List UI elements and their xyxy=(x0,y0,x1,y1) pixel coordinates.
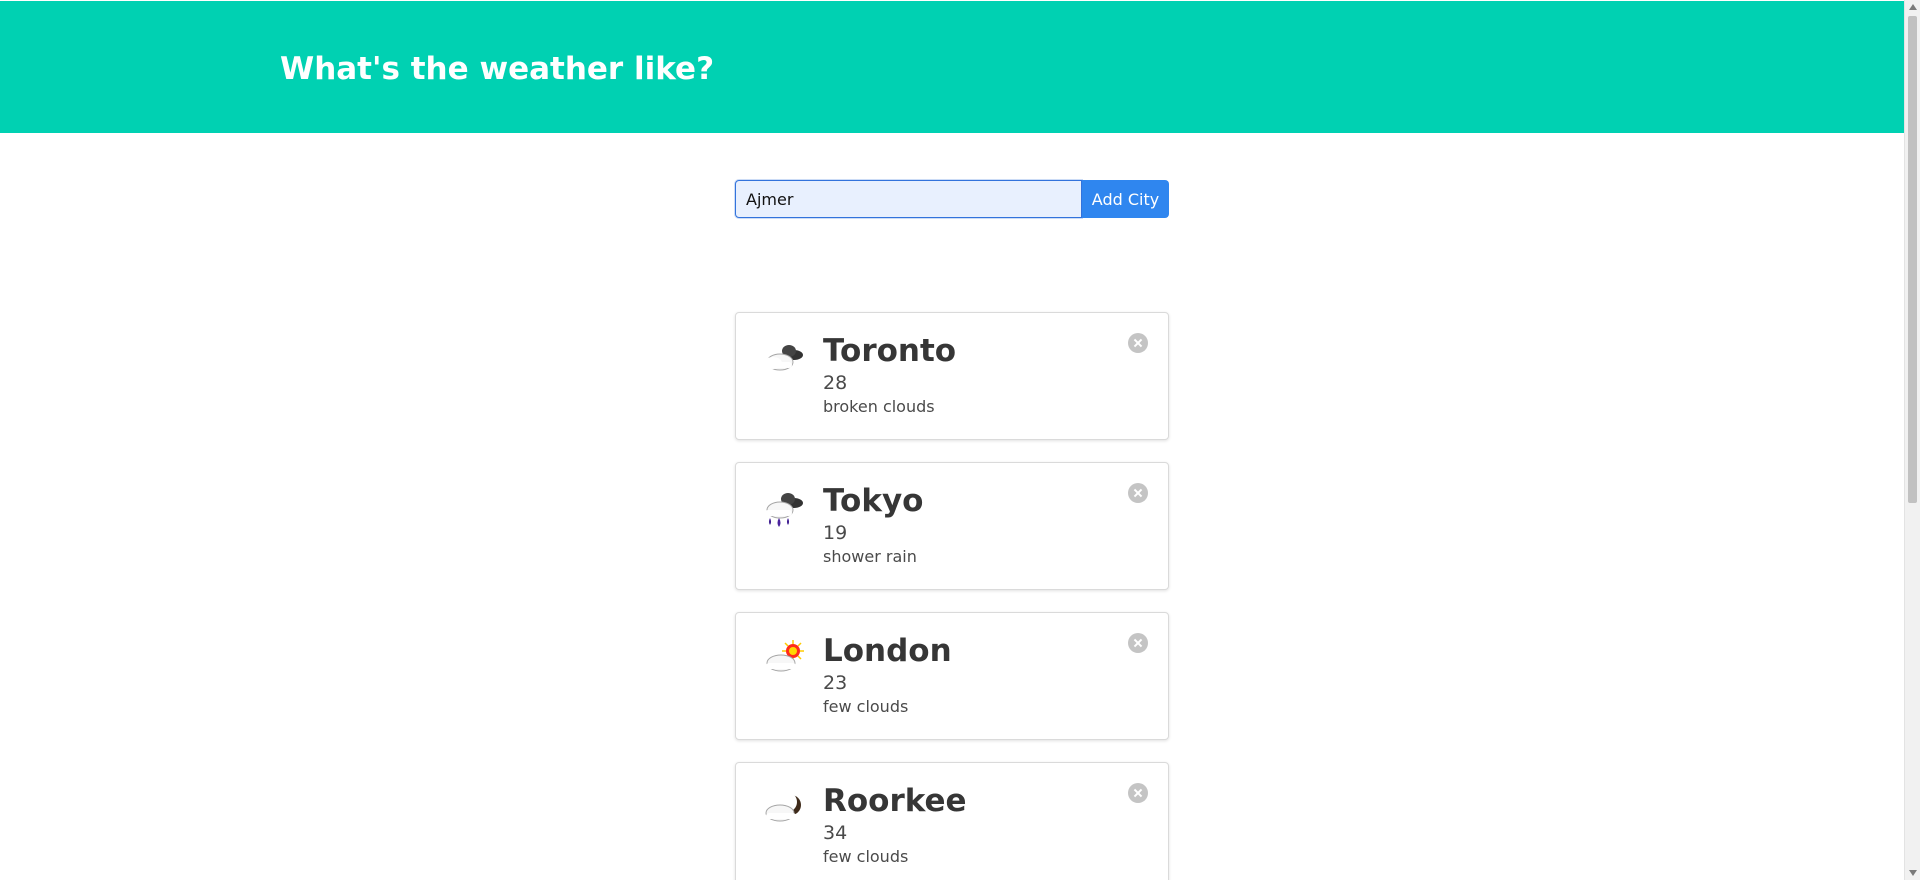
page-header: What's the weather like? xyxy=(0,1,1905,133)
city-input[interactable] xyxy=(735,180,1082,218)
weather-description: shower rain xyxy=(823,547,917,566)
city-weather-details: Toronto 28 broken clouds xyxy=(823,331,1123,417)
city-card: Roorkee 34 few clouds xyxy=(735,762,1169,880)
remove-city-button[interactable] xyxy=(1128,333,1148,353)
city-weather-details: Tokyo 19 shower rain xyxy=(823,481,1123,567)
city-name: Roorkee xyxy=(823,783,967,819)
temperature: 28 xyxy=(823,372,848,394)
scroll-up-icon[interactable] xyxy=(1909,4,1917,10)
temperature: 34 xyxy=(823,822,848,844)
city-name: Toronto xyxy=(823,333,957,369)
add-city-form: Add City xyxy=(735,180,1169,218)
weather-description: few clouds xyxy=(823,697,909,716)
vertical-scrollbar[interactable] xyxy=(1904,0,1920,880)
few-clouds-day-icon xyxy=(766,640,804,672)
temperature: 23 xyxy=(823,672,848,694)
scrollbar-thumb[interactable] xyxy=(1908,16,1917,503)
remove-city-button[interactable] xyxy=(1128,783,1148,803)
shower-rain-icon xyxy=(765,493,803,527)
weather-description: broken clouds xyxy=(823,397,935,416)
city-weather-details: Roorkee 34 few clouds xyxy=(823,781,1123,867)
scroll-down-icon[interactable] xyxy=(1909,870,1917,876)
weather-description: few clouds xyxy=(823,847,909,866)
weather-app-page: What's the weather like? Add City Toront… xyxy=(0,0,1920,880)
page-title: What's the weather like? xyxy=(280,51,715,87)
temperature: 19 xyxy=(823,522,848,544)
city-weather-details: London 23 few clouds xyxy=(823,631,1123,717)
remove-city-button[interactable] xyxy=(1128,483,1148,503)
city-name: London xyxy=(823,633,952,669)
city-weather-list: Toronto 28 broken clouds Tokyo 19 shower… xyxy=(735,312,1169,880)
few-clouds-night-icon xyxy=(765,792,801,822)
city-card: Tokyo 19 shower rain xyxy=(735,462,1169,590)
city-card: London 23 few clouds xyxy=(735,612,1169,740)
remove-city-button[interactable] xyxy=(1128,633,1148,653)
city-card: Toronto 28 broken clouds xyxy=(735,312,1169,440)
city-name: Tokyo xyxy=(823,483,924,519)
broken-clouds-icon xyxy=(764,345,803,371)
add-city-button[interactable]: Add City xyxy=(1082,180,1169,218)
